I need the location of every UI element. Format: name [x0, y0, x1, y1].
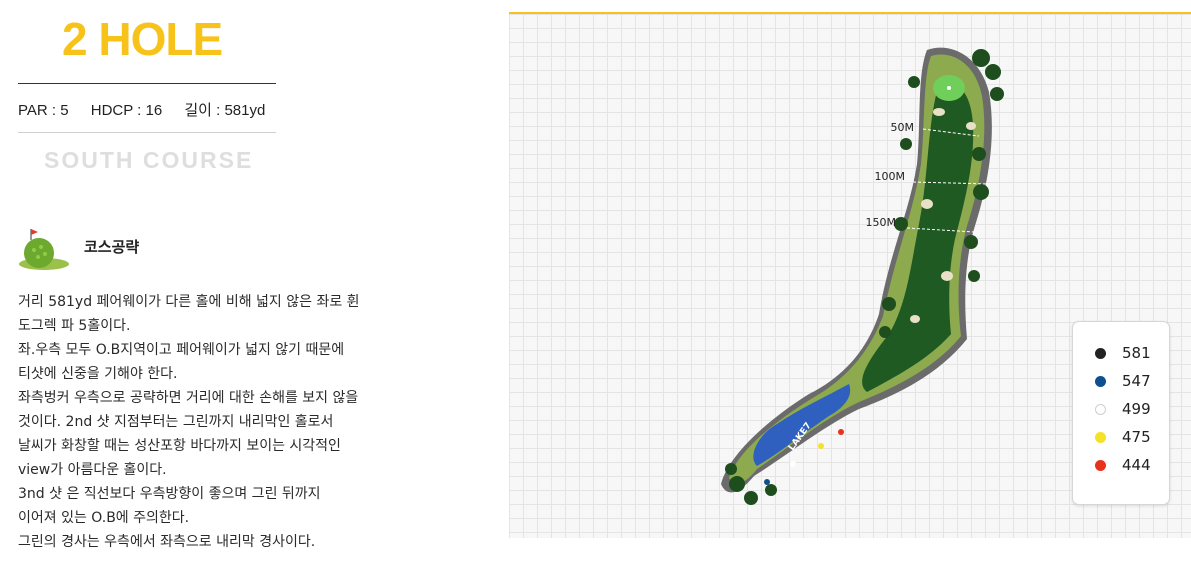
strategy-line: view가 아름다운 홀이다. [18, 462, 167, 478]
bunker [933, 108, 945, 116]
strategy-line: 티샷에 신중을 기해야 한다. [18, 366, 178, 382]
title-divider [18, 83, 276, 84]
course-name: SOUTH COURSE [44, 147, 254, 173]
tee-marker [764, 479, 770, 485]
strategy-line: 날씨가 화창할 때는 성산포항 바다까지 보이는 시각적인 [18, 438, 341, 454]
tee-marker [818, 443, 824, 449]
bunker [921, 199, 933, 209]
tee-marker [790, 461, 796, 467]
tee-legend: 581 547 499 475 444 [1072, 321, 1170, 505]
distance-150m: 150M [866, 216, 897, 229]
strategy-line: 것이다. 2nd 샷 지점부터는 그린까지 내리막인 홀로서 [18, 414, 334, 430]
legend-item: 444 [1095, 455, 1151, 475]
legend-item: 499 [1095, 399, 1151, 419]
tee-marker [838, 429, 844, 435]
legend-label: 444 [1122, 456, 1151, 474]
legend-label: 581 [1122, 344, 1151, 362]
legend-item: 581 [1095, 343, 1151, 363]
hdcp-value: HDCP : 16 [90, 102, 163, 119]
tee-dot-icon [1095, 403, 1106, 415]
strategy-line: 그린의 경사는 우측에서 좌측으로 내리막 경사이다. [18, 534, 316, 550]
bunker [941, 271, 953, 281]
bunker [966, 122, 976, 130]
par-value: PAR : 5 [18, 102, 69, 119]
length-value: 길이 : 581yd [184, 102, 266, 119]
distance-100m: 100M [875, 170, 906, 183]
tee-dot-icon [1095, 459, 1106, 471]
strategy-line: 3nd 샷 은 직선보다 우측방향이 좋으며 그린 뒤까지 [18, 486, 321, 502]
legend-label: 475 [1122, 428, 1151, 446]
stats-divider [18, 132, 276, 133]
strategy-line: 도그렉 파 5홀이다. [18, 318, 131, 334]
legend-label: 547 [1122, 372, 1151, 390]
golf-ball-flag-icon [19, 229, 69, 270]
distance-50m: 50M [891, 121, 915, 134]
legend-label: 499 [1122, 400, 1151, 418]
strategy-title: 코스공략 [84, 238, 140, 256]
bunker [910, 315, 920, 323]
hole-stats: PAR : 5 HDCP : 16 길이 : 581yd [18, 99, 283, 120]
tee-dot-icon [1095, 431, 1106, 443]
hole-title: 2 HOLE [62, 13, 223, 65]
hole-map: 50M 100M 150M LAKE7 581 547 499 475 444 [509, 12, 1191, 538]
tee-dot-icon [1095, 375, 1106, 387]
tee-dot-icon [1095, 347, 1106, 359]
strategy-line: 이어져 있는 O.B에 주의한다. [18, 510, 190, 526]
strategy-line: 좌.우측 모두 O.B지역이고 페어웨이가 넓지 않기 때문에 [18, 342, 345, 358]
strategy-line: 좌측벙커 우측으로 공략하면 거리에 대한 손해를 보지 않을 [18, 390, 359, 406]
legend-item: 475 [1095, 427, 1151, 447]
legend-item: 547 [1095, 371, 1151, 391]
strategy-line: 거리 581yd 페어웨이가 다른 홀에 비해 넓지 않은 좌로 휜 [18, 294, 360, 310]
strategy-description: 거리 581yd 페어웨이가 다른 홀에 비해 넓지 않은 좌로 휜 도그렉 파… [18, 290, 438, 554]
